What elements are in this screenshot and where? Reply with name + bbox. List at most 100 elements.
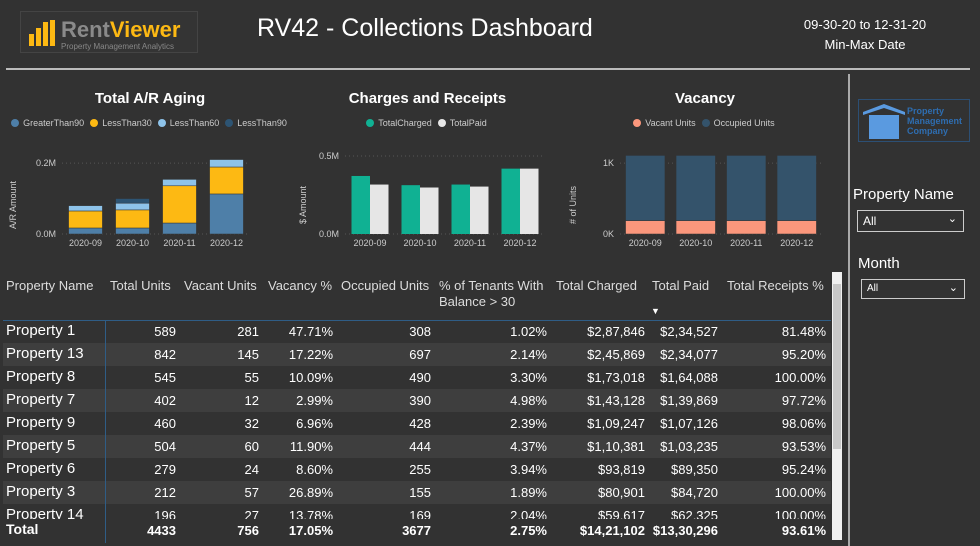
- bar-totalcharged[interactable]: [451, 184, 471, 234]
- column-header[interactable]: Total Paid: [652, 278, 709, 294]
- chevron-down-icon: ⌄: [948, 282, 958, 294]
- column-header[interactable]: Occupied Units: [341, 278, 429, 294]
- bar-totalcharged[interactable]: [501, 168, 521, 234]
- bar-greaterthan90[interactable]: [68, 227, 103, 235]
- bar-vacant-units[interactable]: [776, 220, 817, 235]
- table-total-row[interactable]: Total 4433 756 17.05% 3677 2.75% $14,21,102 $13…: [3, 519, 831, 542]
- y-tick-label: 0K: [603, 229, 614, 239]
- bar-totalpaid[interactable]: [470, 186, 489, 234]
- x-tick-label: 2020-09: [353, 238, 386, 248]
- bar-lessthan30[interactable]: [209, 166, 244, 195]
- table-cell: $13,30,296: [652, 523, 718, 538]
- bar-totalpaid[interactable]: [370, 184, 389, 234]
- table-cell: 842: [154, 347, 176, 362]
- bar-lessthan60[interactable]: [209, 159, 244, 168]
- table-row[interactable]: Property 6 279 24 8.60% 255 3.94% $93,819 $89,3…: [3, 458, 831, 481]
- bar-chart-icon: [29, 20, 55, 46]
- vacancy-chart[interactable]: Vacancy Vacant Units Occupied Units # of Un…: [560, 82, 850, 257]
- bar-occupied-units[interactable]: [726, 155, 767, 221]
- dropdown-value: All: [863, 214, 877, 228]
- table-cell: $1,03,235: [660, 439, 718, 454]
- table-cell: 697: [409, 347, 431, 362]
- bar-lessthan90[interactable]: [115, 198, 150, 204]
- bar-lessthan60[interactable]: [115, 202, 150, 211]
- table-cell: 17.22%: [288, 347, 333, 362]
- logo-line: Property: [907, 106, 945, 116]
- table-cell: Property 3: [6, 483, 76, 500]
- bar-vacant-units[interactable]: [726, 220, 767, 235]
- table-cell: $80,901: [598, 485, 645, 500]
- column-header[interactable]: Total Units: [110, 278, 171, 294]
- rentviewer-logo: RentViewer Property Management Analytics: [20, 11, 198, 53]
- charges-receipts-chart[interactable]: Charges and Receipts TotalCharged TotalPai…: [290, 82, 565, 257]
- table-cell: $1,07,126: [660, 416, 718, 431]
- bar-lessthan30[interactable]: [68, 210, 103, 229]
- column-header[interactable]: Vacancy %: [268, 278, 332, 294]
- table-cell: $1,10,381: [587, 439, 645, 454]
- ar-aging-chart[interactable]: Total A/R Aging GreaterThan90 LessThan30 Le…: [0, 82, 300, 257]
- scrollbar-thumb[interactable]: [833, 284, 841, 449]
- bar-lessthan60[interactable]: [68, 205, 103, 212]
- table-cell: 100.00%: [774, 485, 826, 500]
- table-row[interactable]: Property 9 460 32 6.96% 428 2.39% $1,09,247 $1,…: [3, 412, 831, 435]
- logo-tagline: Property Management Analytics: [61, 42, 174, 51]
- date-range-card: 09-30-20 to 12-31-20 Min-Max Date: [790, 15, 940, 55]
- sort-desc-icon[interactable]: ▼: [651, 306, 660, 316]
- table-row[interactable]: Property 5 504 60 11.90% 444 4.37% $1,10,381 $1…: [3, 435, 831, 458]
- column-header[interactable]: Vacant Units: [184, 278, 257, 294]
- chevron-down-icon: ⌄: [947, 213, 957, 225]
- table-scrollbar[interactable]: [832, 272, 842, 540]
- bar-greaterthan90[interactable]: [115, 227, 150, 235]
- table-cell: 428: [409, 416, 431, 431]
- table-cell: $1,39,869: [660, 393, 718, 408]
- bar-occupied-units[interactable]: [625, 155, 666, 221]
- table-cell: $1,09,247: [587, 416, 645, 431]
- bar-occupied-units[interactable]: [776, 155, 817, 221]
- bar-lessthan30[interactable]: [115, 209, 150, 229]
- bar-totalpaid[interactable]: [520, 168, 539, 234]
- table-cell: 55: [244, 370, 259, 385]
- bar-greaterthan90[interactable]: [209, 193, 244, 235]
- bar-totalpaid[interactable]: [420, 187, 439, 234]
- table-cell: $1,43,128: [587, 393, 645, 408]
- table-cell: Property 7: [6, 391, 76, 408]
- table-cell: 756: [237, 523, 259, 538]
- bar-lessthan30[interactable]: [162, 185, 197, 224]
- table-cell: $2,87,846: [587, 324, 645, 339]
- date-range-label: Min-Max Date: [824, 37, 906, 52]
- table-cell: $93,819: [598, 462, 645, 477]
- table-row[interactable]: Property 8 545 55 10.09% 490 3.30% $1,73,018 $1…: [3, 366, 831, 389]
- table-row[interactable]: Property 7 402 12 2.99% 390 4.98% $1,43,128 $1,…: [3, 389, 831, 412]
- column-header[interactable]: Total Receipts %: [727, 278, 824, 294]
- table-cell: 3677: [402, 523, 431, 538]
- table-row[interactable]: Property 13 842 145 17.22% 697 2.14% $2,45,869…: [3, 343, 831, 366]
- table-cell: $2,45,869: [587, 347, 645, 362]
- column-header[interactable]: Property Name: [6, 278, 93, 294]
- table-cell: 460: [154, 416, 176, 431]
- column-header[interactable]: Total Charged: [556, 278, 637, 294]
- bar-greaterthan90[interactable]: [162, 222, 197, 235]
- table-cell: $1,64,088: [660, 370, 718, 385]
- column-divider: [105, 321, 106, 543]
- bar-vacant-units[interactable]: [675, 220, 716, 235]
- bar-lessthan60[interactable]: [162, 179, 197, 187]
- table-cell: 11.90%: [289, 439, 333, 454]
- table-cell: 145: [237, 347, 259, 362]
- bar-vacant-units[interactable]: [625, 220, 666, 235]
- month-dropdown[interactable]: All ⌄: [861, 279, 965, 299]
- table-row[interactable]: Property 3 212 57 26.89% 155 1.89% $80,901 $84,…: [3, 481, 831, 504]
- y-axis-label: A/R Amount: [8, 180, 18, 229]
- property-name-dropdown[interactable]: All ⌄: [857, 210, 964, 232]
- bar-totalcharged[interactable]: [401, 185, 421, 234]
- bar-totalcharged[interactable]: [351, 175, 371, 234]
- x-tick-label: 2020-10: [116, 238, 149, 248]
- column-header[interactable]: % of Tenants With Balance > 30: [439, 278, 554, 310]
- y-axis-label: $ Amount: [298, 185, 308, 224]
- table-row[interactable]: Property 1 589 281 47.71% 308 1.02% $2,87,846 $…: [3, 320, 831, 343]
- table-cell: 6.96%: [296, 416, 333, 431]
- header-divider: [6, 68, 970, 70]
- table-cell: Property 1: [6, 322, 76, 339]
- table-cell: 2.39%: [510, 416, 547, 431]
- table-cell: 100.00%: [774, 370, 826, 385]
- bar-occupied-units[interactable]: [675, 155, 716, 221]
